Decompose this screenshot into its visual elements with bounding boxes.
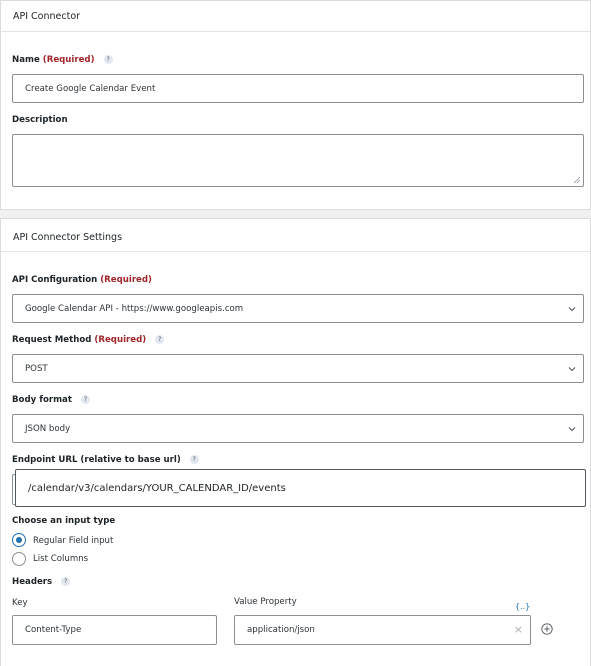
name-input[interactable]: Create Google Calendar Event (12, 74, 584, 103)
merge-tags-icon[interactable]: {..} (515, 602, 530, 611)
header-key-input[interactable]: Content-Type (12, 615, 217, 645)
headers-label: Headers ? (12, 577, 71, 587)
endpoint-url-label: Endpoint URL (relative to base url) ? (12, 455, 199, 465)
required-indicator: (Required) (94, 335, 147, 345)
chevron-down-icon (568, 366, 576, 371)
description-textarea[interactable] (12, 134, 584, 187)
help-icon[interactable]: ? (103, 55, 113, 64)
header-value-input[interactable]: application/json × (234, 615, 531, 645)
request-method-label-text: Request Method (12, 335, 92, 345)
api-config-value: Google Calendar API - https://www.google… (25, 303, 244, 314)
name-input-value: Create Google Calendar Event (25, 83, 156, 94)
radio-list-columns[interactable] (12, 552, 26, 566)
help-icon[interactable]: ? (155, 335, 165, 344)
request-method-select[interactable]: POST (12, 354, 584, 383)
api-config-label: API Configuration (Required) (12, 275, 152, 285)
endpoint-url-value: /calendar/v3/calendars/YOUR_CALENDAR_ID/… (28, 482, 286, 494)
required-indicator: (Required) (42, 55, 95, 65)
close-icon[interactable]: × (514, 623, 523, 636)
api-config-label-text: API Configuration (12, 275, 98, 285)
header-value-value: application/json (247, 625, 315, 635)
body-format-label: Body format ? (12, 395, 90, 405)
header-key-value: Content-Type (25, 625, 82, 635)
panel-header: API Connector Settings (1, 219, 590, 252)
input-type-label-text: Choose an input type (12, 516, 116, 526)
request-method-value: POST (25, 363, 48, 374)
headers-label-text: Headers (12, 577, 53, 587)
request-method-label: Request Method (Required) ? (12, 335, 165, 345)
endpoint-url-input[interactable]: /calendar/v3/calendars/YOUR_CALENDAR_ID/… (15, 469, 586, 507)
resize-handle-icon[interactable] (573, 176, 581, 184)
radio-list-columns-label[interactable]: List Columns (33, 554, 88, 564)
required-indicator: (Required) (100, 275, 152, 285)
name-label-text: Name (12, 55, 40, 65)
body-format-label-text: Body format (12, 395, 72, 405)
body-format-select[interactable]: JSON body (12, 414, 584, 443)
name-label: Name (Required) ? (12, 55, 113, 65)
chevron-down-icon (568, 426, 576, 431)
headers-key-column-label: Key (12, 598, 28, 608)
panel-header: API Connector (1, 1, 590, 32)
radio-regular-field-input[interactable] (12, 533, 26, 547)
endpoint-url-label-text: Endpoint URL (relative to base url) (12, 455, 181, 465)
headers-value-column-label: Value Property (234, 597, 297, 607)
help-icon[interactable]: ? (80, 395, 90, 404)
chevron-down-icon (568, 306, 576, 311)
add-circle-icon[interactable] (541, 623, 553, 635)
help-icon[interactable]: ? (189, 455, 199, 464)
radio-regular-field-input-label[interactable]: Regular Field input (33, 536, 113, 546)
api-config-select[interactable]: Google Calendar API - https://www.google… (12, 294, 584, 323)
api-connector-panel: API Connector Name (Required) ? Create G… (0, 0, 591, 210)
description-label-text: Description (12, 115, 68, 125)
body-format-value: JSON body (25, 423, 71, 434)
description-label: Description (12, 115, 68, 125)
api-connector-settings-panel: API Connector Settings API Configuration… (0, 218, 591, 666)
help-icon[interactable]: ? (61, 577, 71, 586)
panel-title: API Connector Settings (13, 232, 123, 243)
panel-title: API Connector (13, 11, 81, 22)
input-type-label: Choose an input type (12, 516, 115, 526)
